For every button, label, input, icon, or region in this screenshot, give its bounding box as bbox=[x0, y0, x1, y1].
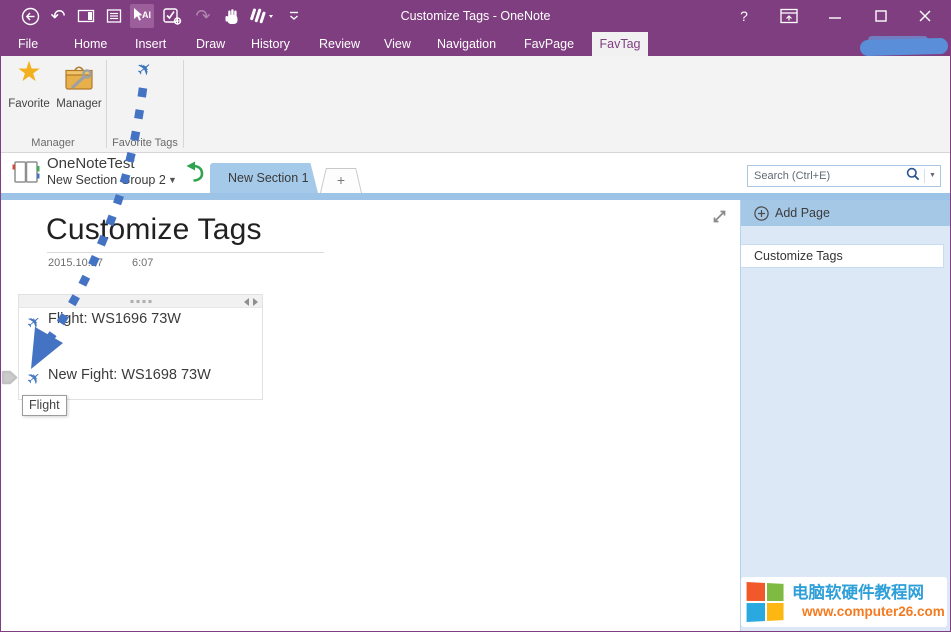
flight-tag-button[interactable]: ✈ bbox=[128, 60, 162, 94]
tab-history[interactable]: History bbox=[251, 32, 290, 56]
tab-file[interactable]: File bbox=[18, 32, 38, 56]
panning-hand-icon[interactable] bbox=[220, 4, 244, 28]
minimize-button[interactable] bbox=[822, 4, 848, 28]
group-separator bbox=[183, 60, 184, 148]
chevron-down-icon[interactable]: ▼ bbox=[168, 175, 177, 185]
add-page-button[interactable]: Add Page bbox=[741, 200, 951, 226]
watermark-logo-icon bbox=[747, 582, 784, 622]
group-label-manager: Manager bbox=[0, 137, 106, 149]
watermark-badge: 电脑软硬件教程网 www.computer26.com bbox=[741, 577, 947, 627]
airplane-icon: ✈ bbox=[133, 57, 156, 80]
drag-grip-icon[interactable] bbox=[130, 300, 151, 303]
notebook-nav-row: OneNoteTest New Section Group 2 ▼ New Se… bbox=[0, 153, 951, 193]
maximize-button[interactable] bbox=[868, 4, 894, 28]
manager-button[interactable] bbox=[56, 62, 102, 120]
watermark-site-name: 电脑软硬件教程网 bbox=[792, 584, 945, 604]
notebook-icon[interactable] bbox=[12, 158, 40, 191]
ribbon-tab-bar: File Home Insert Draw History Review Vie… bbox=[0, 32, 951, 56]
page-canvas[interactable] bbox=[0, 200, 740, 632]
search-icon[interactable] bbox=[906, 167, 920, 186]
todo-tag-settings-icon[interactable] bbox=[160, 4, 184, 28]
help-button[interactable]: ? bbox=[731, 4, 757, 28]
tab-review[interactable]: Review bbox=[319, 32, 360, 56]
parent-section-group-arrow-icon[interactable] bbox=[186, 161, 204, 189]
add-section-tab[interactable]: + bbox=[320, 168, 362, 193]
note-container-header[interactable] bbox=[19, 295, 262, 308]
search-scope-dropdown-icon[interactable]: ▼ bbox=[924, 169, 940, 183]
add-page-plus-icon bbox=[754, 206, 769, 221]
expand-page-list-icon[interactable] bbox=[711, 208, 728, 230]
page-list-item-customize-tags[interactable]: Customize Tags bbox=[741, 244, 944, 268]
tab-draw[interactable]: Draw bbox=[196, 32, 225, 56]
close-button[interactable] bbox=[912, 4, 938, 28]
redo-icon[interactable]: ↷ bbox=[191, 4, 215, 28]
select-and-type-icon[interactable]: AI bbox=[130, 4, 154, 28]
tab-home[interactable]: Home bbox=[74, 32, 107, 56]
ribbon-favtag: ★ Favorite Manager Manager ✈ Favorite Ta… bbox=[0, 56, 951, 153]
title-underline bbox=[47, 252, 324, 253]
section-tab-new-section-1[interactable]: New Section 1 bbox=[210, 163, 318, 193]
favorite-button-label: Favorite bbox=[3, 98, 55, 110]
watermark-site-url: www.computer26.com bbox=[802, 604, 945, 620]
star-icon: ★ bbox=[16, 56, 41, 87]
notebook-title[interactable]: OneNoteTest bbox=[47, 155, 135, 172]
page-list-panel: Add Page Customize Tags bbox=[740, 200, 951, 632]
tab-view[interactable]: View bbox=[384, 32, 411, 56]
resize-handles-icon[interactable] bbox=[244, 298, 258, 306]
search-input[interactable] bbox=[748, 170, 906, 182]
note-line-2[interactable]: New Fight: WS1698 73W bbox=[48, 367, 211, 383]
page-time: 6:07 bbox=[132, 257, 153, 269]
paragraph-handle-icon[interactable] bbox=[1, 368, 18, 391]
title-bar: Customize Tags - OneNote ↶ AI ↷ bbox=[0, 0, 951, 32]
back-icon[interactable] bbox=[18, 4, 42, 28]
favorite-button[interactable]: ★ bbox=[6, 58, 52, 120]
tab-favtag-active[interactable]: FavTag bbox=[592, 32, 648, 56]
group-separator bbox=[106, 60, 107, 148]
section-color-strip bbox=[0, 193, 951, 200]
page-title[interactable]: Customize Tags bbox=[46, 213, 262, 247]
window-border bbox=[0, 0, 1, 632]
note-container[interactable]: ✈ Flight: WS1696 73W ✈ New Fight: WS1698… bbox=[18, 294, 263, 400]
undo-icon[interactable]: ↶ bbox=[46, 4, 70, 28]
ink-scribble bbox=[860, 38, 948, 56]
dock-to-desktop-icon[interactable] bbox=[74, 4, 98, 28]
favorite-pens-icon[interactable] bbox=[246, 4, 276, 28]
group-label-favorite-tags: Favorite Tags bbox=[107, 137, 183, 149]
customize-toolbar-icon[interactable] bbox=[282, 4, 306, 28]
tab-insert[interactable]: Insert bbox=[135, 32, 166, 56]
tooltip-flight: Flight bbox=[22, 395, 67, 416]
section-group-name[interactable]: New Section Group 2 bbox=[47, 173, 166, 187]
note-line-1[interactable]: Flight: WS1696 73W bbox=[48, 311, 181, 327]
manager-button-label: Manager bbox=[53, 98, 105, 110]
svg-text:AI: AI bbox=[142, 10, 151, 20]
flight-tag-icon[interactable]: ✈ bbox=[23, 367, 45, 389]
tab-navigation[interactable]: Navigation bbox=[437, 32, 496, 56]
flight-tag-icon[interactable]: ✈ bbox=[23, 311, 45, 333]
full-page-view-icon[interactable] bbox=[102, 4, 126, 28]
ribbon-display-options-icon[interactable] bbox=[776, 4, 802, 28]
tab-favpage[interactable]: FavPage bbox=[524, 32, 574, 56]
search-box: ▼ bbox=[747, 165, 941, 187]
toolbox-icon bbox=[61, 81, 97, 98]
page-date: 2015.10.27 bbox=[48, 257, 103, 269]
onenote-window: Customize Tags - OneNote ↶ AI ↷ bbox=[0, 0, 951, 632]
